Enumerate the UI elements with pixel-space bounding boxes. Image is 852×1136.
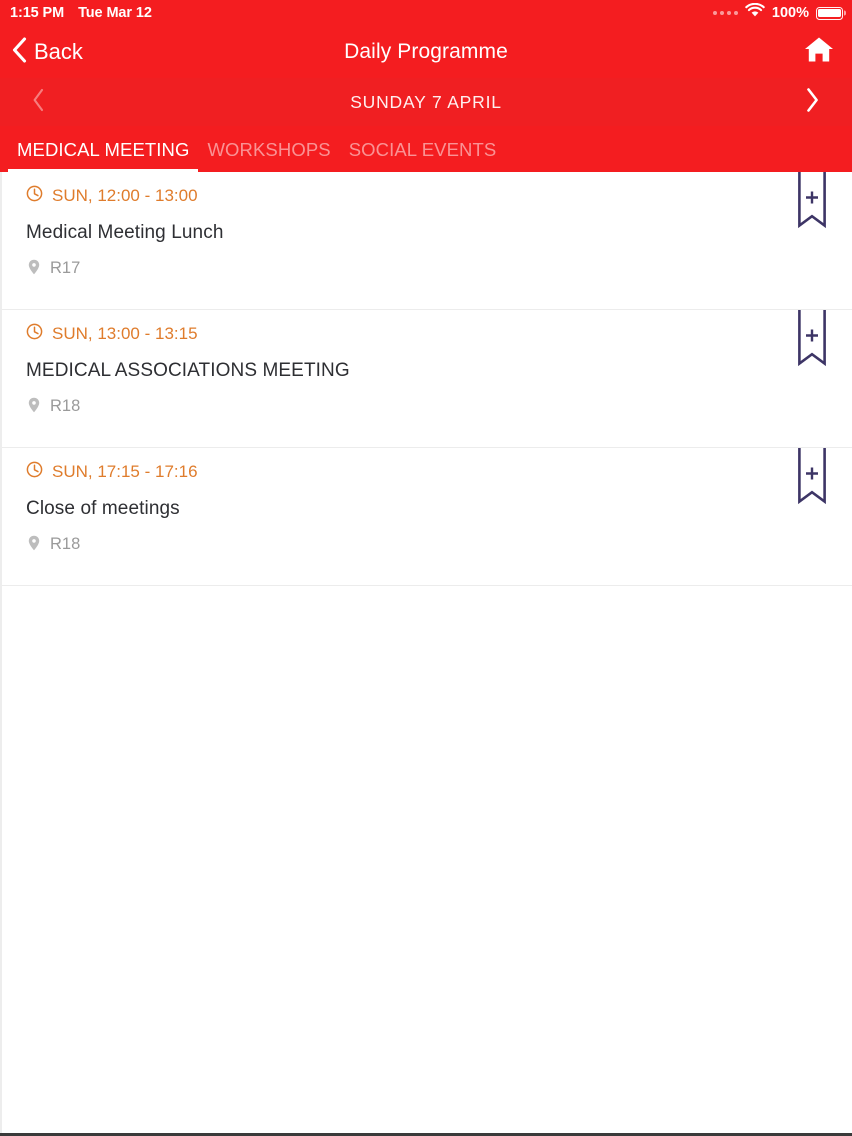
event-title: Close of meetings	[26, 498, 180, 519]
bookmark-add-button[interactable]	[797, 172, 827, 230]
map-pin-icon	[28, 259, 40, 279]
status-bar-right: 100%	[712, 2, 843, 23]
chevron-left-icon	[12, 36, 27, 68]
tab-label: WORKSHOPS	[207, 139, 331, 160]
app-screen: 1:15 PM Tue Mar 12 100% Back Daily Progr…	[0, 0, 852, 1136]
event-title: Medical Meeting Lunch	[26, 222, 224, 243]
event-time-label: SUN, 12:00 - 13:00	[52, 185, 198, 205]
status-bar-left: 1:15 PM Tue Mar 12	[10, 6, 152, 21]
status-date: Tue Mar 12	[78, 4, 152, 21]
event-time: SUN, 13:00 - 13:15	[26, 323, 726, 343]
event-time-label: SUN, 13:00 - 13:15	[52, 323, 198, 343]
home-icon	[804, 36, 834, 68]
battery-percent: 100%	[771, 4, 809, 21]
date-navigator: SUNDAY 7 APRIL	[0, 78, 852, 126]
home-button[interactable]	[804, 26, 834, 78]
tab-workshops[interactable]: WORKSHOPS	[198, 128, 339, 172]
event-time: SUN, 12:00 - 13:00	[26, 185, 726, 205]
list-item[interactable]: SUN, 17:15 - 17:16 Close of meetings R18	[0, 448, 852, 586]
event-location: R18	[26, 535, 726, 555]
next-day-button[interactable]	[780, 78, 844, 126]
clock-icon	[26, 185, 43, 205]
tab-label: SOCIAL EVENTS	[348, 139, 497, 160]
event-time: SUN, 17:15 - 17:16	[26, 461, 726, 481]
previous-day-button[interactable]	[6, 78, 70, 126]
event-location-label: R18	[50, 535, 81, 554]
bookmark-add-button[interactable]	[797, 448, 827, 506]
bookmark-add-icon	[797, 448, 827, 506]
event-content: SUN, 12:00 - 13:00 Medical Meeting Lunch…	[26, 172, 726, 309]
nav-bar: Back Daily Programme	[0, 26, 852, 78]
bookmark-add-icon	[797, 310, 827, 368]
signal-dots-icon	[712, 11, 738, 15]
list-item[interactable]: SUN, 12:00 - 13:00 Medical Meeting Lunch…	[0, 172, 852, 310]
back-button-label: Back	[34, 39, 83, 64]
event-content: SUN, 13:00 - 13:15 MEDICAL ASSOCIATIONS …	[26, 310, 726, 447]
event-list: SUN, 12:00 - 13:00 Medical Meeting Lunch…	[0, 172, 852, 586]
event-location-label: R18	[50, 397, 81, 416]
bookmark-add-icon	[797, 172, 827, 230]
header: 1:15 PM Tue Mar 12 100% Back Daily Progr…	[0, 0, 852, 173]
tab-social-events[interactable]: SOCIAL EVENTS	[340, 128, 506, 172]
clock-icon	[26, 461, 43, 481]
bookmark-add-button[interactable]	[797, 310, 827, 368]
event-location-label: R17	[50, 259, 81, 278]
list-item[interactable]: SUN, 13:00 - 13:15 MEDICAL ASSOCIATIONS …	[0, 310, 852, 448]
event-time-label: SUN, 17:15 - 17:16	[52, 461, 198, 481]
status-time: 1:15 PM	[10, 4, 65, 21]
tab-medical-meeting[interactable]: MEDICAL MEETING	[8, 128, 199, 173]
tab-label: MEDICAL MEETING	[17, 139, 190, 160]
back-button[interactable]: Back	[12, 26, 83, 78]
chevron-left-icon	[32, 88, 45, 117]
wifi-icon	[745, 2, 765, 23]
event-location: R18	[26, 397, 726, 417]
battery-full-icon	[816, 6, 843, 20]
clock-icon	[26, 323, 43, 343]
status-bar: 1:15 PM Tue Mar 12 100%	[0, 0, 852, 26]
event-content: SUN, 17:15 - 17:16 Close of meetings R18	[26, 448, 726, 585]
event-location: R17	[26, 259, 726, 279]
current-date-label: SUNDAY 7 APRIL	[350, 91, 502, 112]
map-pin-icon	[28, 535, 40, 555]
page-title: Daily Programme	[344, 40, 508, 63]
chevron-right-icon	[805, 87, 820, 118]
event-title: MEDICAL ASSOCIATIONS MEETING	[26, 360, 350, 381]
category-tabs: MEDICAL MEETING WORKSHOPS SOCIAL EVENTS	[0, 128, 852, 173]
map-pin-icon	[28, 397, 40, 417]
left-edge-divider	[0, 172, 2, 1136]
